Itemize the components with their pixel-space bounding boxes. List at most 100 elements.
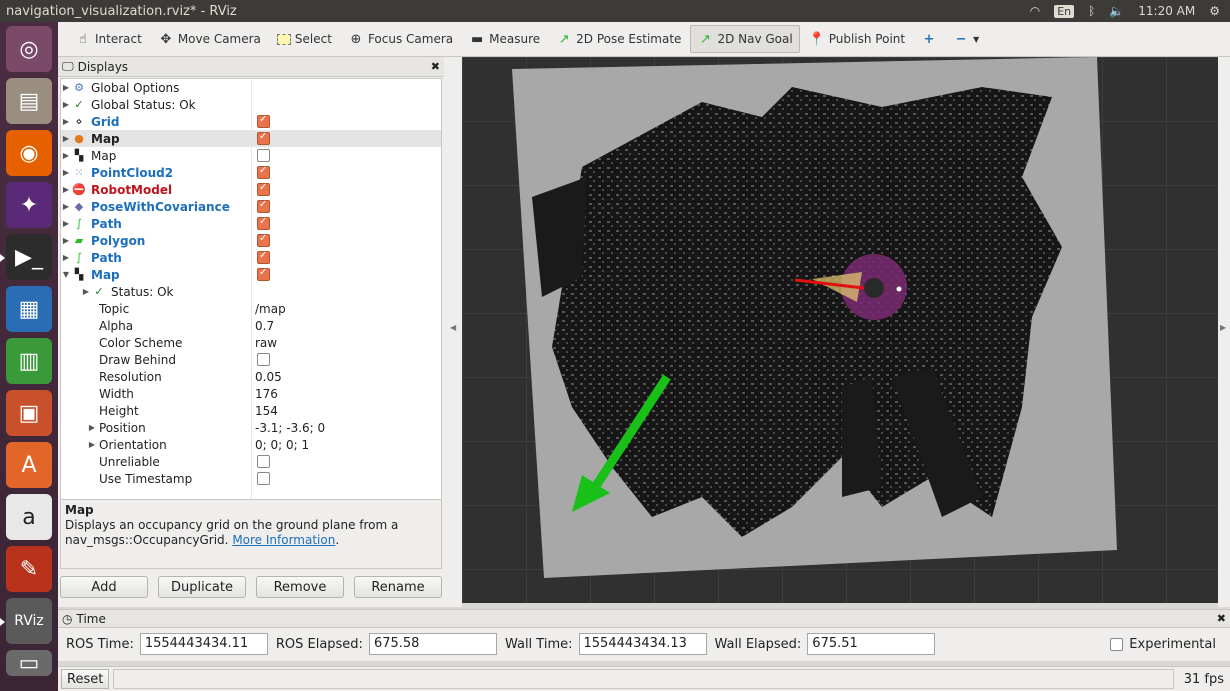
tree-item-path-2[interactable]: ▶ ∫ Path: [61, 249, 441, 266]
clock[interactable]: 11:20 AM: [1138, 4, 1195, 18]
trash-icon[interactable]: ▭: [6, 650, 52, 676]
experimental-option[interactable]: Experimental: [1110, 637, 1216, 652]
expand-arrow-icon[interactable]: ▶: [87, 440, 97, 449]
prop-draw-behind[interactable]: Draw Behind: [61, 351, 441, 368]
map-checkbox[interactable]: [257, 131, 270, 145]
right-splitter[interactable]: ▶: [1218, 57, 1230, 607]
terminal-icon[interactable]: ▶_: [0, 234, 52, 280]
ros-elapsed-field[interactable]: 675.58: [368, 633, 497, 655]
pose-estimate-tool[interactable]: ↗ 2D Pose Estimate: [549, 25, 688, 53]
expand-arrow-icon[interactable]: ▶: [61, 134, 71, 143]
render-viewport[interactable]: [462, 57, 1218, 603]
map-checkbox[interactable]: [257, 149, 270, 162]
prop-width[interactable]: Width 176: [61, 385, 441, 402]
expand-arrow-icon[interactable]: ▶: [81, 287, 91, 296]
expand-arrow-icon[interactable]: ▶: [61, 83, 71, 92]
tree-item-path-1[interactable]: ▶ ∫ Path: [61, 215, 441, 232]
volume-icon[interactable]: 🔈: [1109, 4, 1124, 18]
prop-orientation[interactable]: ▶ Orientation 0; 0; 0; 1: [61, 436, 441, 453]
more-information-link[interactable]: More Information: [232, 533, 335, 547]
add-tool-button[interactable]: +: [914, 25, 944, 53]
collapse-left-icon[interactable]: ◀: [450, 323, 456, 332]
app-icon[interactable]: ✦: [6, 182, 52, 228]
expand-arrow-icon[interactable]: ▶: [61, 151, 71, 160]
firefox-icon[interactable]: ◉: [6, 130, 52, 176]
tree-item-map-1[interactable]: ▶ ● Map: [61, 130, 441, 147]
tree-item-map-2[interactable]: ▶ ▚ Map: [61, 147, 441, 164]
tree-item-grid[interactable]: ▶ ⋄ Grid: [61, 113, 441, 130]
wall-time-field[interactable]: 1554443434.13: [578, 633, 707, 655]
rename-button[interactable]: Rename: [354, 576, 442, 598]
publish-point-tool[interactable]: 📍 Publish Point: [802, 25, 912, 53]
close-icon[interactable]: ✖: [1217, 612, 1226, 625]
expand-arrow-icon[interactable]: ▶: [61, 219, 71, 228]
amazon-icon[interactable]: a: [6, 494, 52, 540]
prop-unreliable[interactable]: Unreliable: [61, 453, 441, 470]
expand-arrow-icon[interactable]: ▶: [87, 423, 97, 432]
reset-button[interactable]: Reset: [61, 669, 110, 689]
impress-icon[interactable]: ▣: [6, 390, 52, 436]
map-checkbox[interactable]: [257, 267, 270, 281]
expand-arrow-icon[interactable]: ▶: [61, 202, 71, 211]
robotmodel-checkbox[interactable]: [257, 182, 270, 196]
expand-arrow-icon[interactable]: ▶: [61, 117, 71, 126]
prop-height[interactable]: Height 154: [61, 402, 441, 419]
measure-tool[interactable]: ▬ Measure: [462, 25, 547, 53]
software-center-icon[interactable]: A: [6, 442, 52, 488]
prop-alpha[interactable]: Alpha 0.7: [61, 317, 441, 334]
collapse-right-icon[interactable]: ▶: [1220, 323, 1226, 332]
add-button[interactable]: Add: [60, 576, 148, 598]
keyboard-language[interactable]: En: [1054, 4, 1075, 18]
path-checkbox[interactable]: [257, 216, 270, 230]
polygon-checkbox[interactable]: [257, 233, 270, 247]
system-settings-icon[interactable]: ✎: [6, 546, 52, 592]
file-manager-icon[interactable]: ▤: [6, 78, 52, 124]
calc-icon[interactable]: ▥: [6, 338, 52, 384]
nav-goal-tool[interactable]: ↗ 2D Nav Goal: [690, 25, 800, 53]
expand-arrow-icon[interactable]: ▶: [61, 100, 71, 109]
bluetooth-icon[interactable]: ᛒ: [1088, 4, 1095, 18]
expand-arrow-icon[interactable]: ▶: [61, 168, 71, 177]
move-camera-tool[interactable]: ✥ Move Camera: [151, 25, 268, 53]
prop-resolution[interactable]: Resolution 0.05: [61, 368, 441, 385]
expand-arrow-icon[interactable]: ▶: [61, 185, 71, 194]
expand-arrow-icon[interactable]: ▶: [61, 253, 71, 262]
remove-tool-button[interactable]: − ▼: [946, 25, 986, 53]
grid-checkbox[interactable]: [257, 114, 270, 128]
tree-item-posewithcovariance[interactable]: ▶ ◆ PoseWithCovariance: [61, 198, 441, 215]
collapse-arrow-icon[interactable]: ▼: [61, 270, 71, 279]
tree-item-global-status[interactable]: ▶ ✓ Global Status: Ok: [61, 96, 441, 113]
use-timestamp-checkbox[interactable]: [257, 472, 270, 485]
writer-icon[interactable]: ▦: [6, 286, 52, 332]
settings-gear-icon[interactable]: ⚙: [1209, 4, 1220, 18]
pose-checkbox[interactable]: [257, 199, 270, 213]
remove-button[interactable]: Remove: [256, 576, 344, 598]
tree-item-pointcloud2[interactable]: ▶ ⁙ PointCloud2: [61, 164, 441, 181]
draw-behind-checkbox[interactable]: [257, 353, 270, 366]
map-render[interactable]: [462, 57, 1218, 603]
close-icon[interactable]: ✖: [431, 60, 440, 73]
experimental-checkbox[interactable]: [1110, 637, 1124, 651]
tree-item-map-3[interactable]: ▼ ▚ Map: [61, 266, 441, 283]
tree-item-robotmodel[interactable]: ▶ ⛔ RobotModel: [61, 181, 441, 198]
prop-use-timestamp[interactable]: Use Timestamp: [61, 470, 441, 487]
ubuntu-dash-icon[interactable]: ◎: [6, 26, 52, 72]
tree-item-global-options[interactable]: ▶ ⚙ Global Options: [61, 79, 441, 96]
prop-color-scheme[interactable]: Color Scheme raw: [61, 334, 441, 351]
duplicate-button[interactable]: Duplicate: [158, 576, 246, 598]
panel-splitter[interactable]: ◀: [444, 57, 462, 607]
ros-time-field[interactable]: 1554443434.11: [139, 633, 268, 655]
prop-status[interactable]: ▶ ✓ Status: Ok: [61, 283, 441, 300]
focus-camera-tool[interactable]: ⊕ Focus Camera: [341, 25, 460, 53]
prop-topic[interactable]: Topic/map: [61, 300, 441, 317]
unreliable-checkbox[interactable]: [257, 455, 270, 468]
rviz-icon[interactable]: RViz: [0, 598, 52, 644]
prop-position[interactable]: ▶ Position -3.1; -3.6; 0: [61, 419, 441, 436]
path-checkbox[interactable]: [257, 250, 270, 264]
tree-item-polygon[interactable]: ▶ ▰ Polygon: [61, 232, 441, 249]
pointcloud-checkbox[interactable]: [257, 165, 270, 179]
interact-tool[interactable]: ☝ Interact: [68, 25, 149, 53]
expand-arrow-icon[interactable]: ▶: [61, 236, 71, 245]
wifi-icon[interactable]: ◠: [1030, 4, 1040, 18]
wall-elapsed-field[interactable]: 675.51: [807, 633, 936, 655]
